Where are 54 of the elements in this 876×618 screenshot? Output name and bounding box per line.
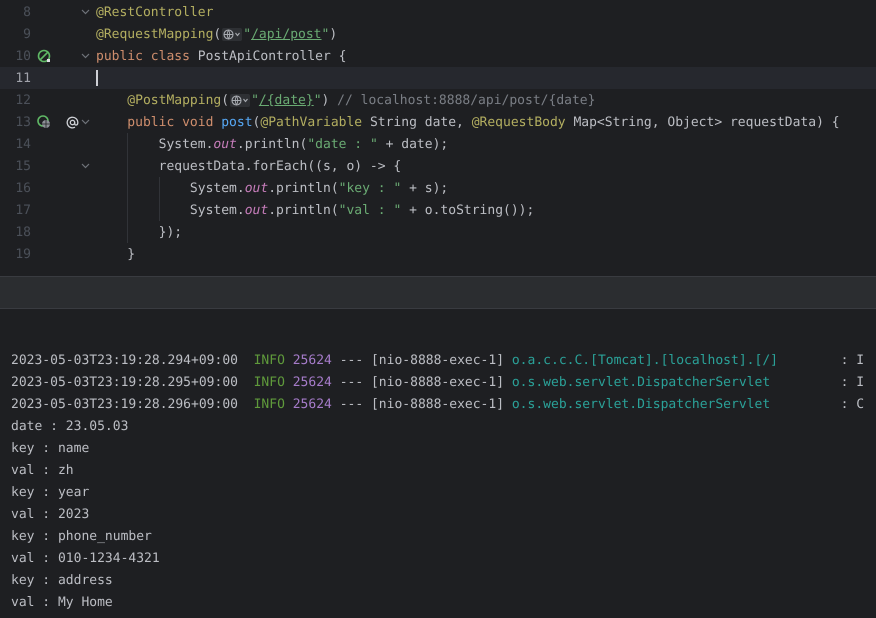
- output-text: key : name: [11, 440, 90, 456]
- bean-icon[interactable]: [37, 49, 51, 63]
- output-text: val : 010-1234-4321: [11, 550, 160, 566]
- globe-dropdown-icon[interactable]: [222, 28, 242, 40]
- code-text: public class PostApiController {: [96, 48, 346, 64]
- log-separator: ---: [340, 396, 364, 412]
- code-text: System.out.println("val : " + o.toString());: [188, 202, 534, 218]
- log-timestamp: 2023-05-03T23:19:28.296+09:00: [11, 396, 238, 412]
- text-caret: [96, 70, 98, 86]
- output-text: val : My Home: [11, 594, 113, 610]
- code-text: @RequestMapping(: [96, 26, 222, 42]
- bean-globe-icon[interactable]: [37, 115, 51, 129]
- code-text: "/{date}") // localhost:8888/api/post/{date}: [251, 92, 596, 108]
- code-text: System.out.println("key : " + s);: [188, 180, 448, 196]
- output-text: val : zh: [11, 462, 74, 478]
- code-text: @RestController: [96, 4, 214, 20]
- fold-chevron-icon[interactable]: [81, 119, 90, 125]
- log-message: : C: [840, 396, 864, 412]
- globe-dropdown-icon[interactable]: [230, 94, 250, 106]
- log-level: INFO: [254, 374, 285, 390]
- log-separator: ---: [340, 374, 364, 390]
- log-timestamp: 2023-05-03T23:19:28.294+09:00: [11, 352, 238, 368]
- logger-name[interactable]: o.s.web.servlet.DispatcherServlet: [512, 396, 833, 412]
- process-id: 25624: [292, 374, 332, 390]
- output-text: key : address: [11, 572, 113, 588]
- code-text: }: [126, 246, 136, 262]
- fold-chevron-icon[interactable]: [81, 163, 90, 169]
- at-sign-icon[interactable]: [66, 116, 79, 128]
- log-separator: ---: [340, 352, 364, 368]
- log-level: INFO: [254, 396, 285, 412]
- log-timestamp: 2023-05-03T23:19:28.295+09:00: [11, 374, 238, 390]
- code-text: "/api/post"): [243, 26, 338, 42]
- output-text: key : year: [11, 484, 90, 500]
- logger-name[interactable]: o.s.web.servlet.DispatcherServlet: [512, 374, 833, 390]
- line-number: 11: [14, 70, 31, 86]
- log-message: : I: [840, 374, 864, 390]
- process-id: 25624: [292, 396, 332, 412]
- thread-name: [nio-8888-exec-1]: [370, 374, 504, 390]
- fold-chevron-icon[interactable]: [81, 9, 90, 15]
- code-text: System.out.println("date : " + date);: [158, 136, 448, 152]
- output-text: key : phone_number: [11, 528, 152, 544]
- output-text: date : 23.05.03: [11, 418, 128, 434]
- code-text: });: [158, 224, 182, 240]
- fold-chevron-icon[interactable]: [81, 53, 90, 59]
- output-text: val : 2023: [11, 506, 90, 522]
- thread-name: [nio-8888-exec-1]: [370, 352, 504, 368]
- code-text: public void post(@PathVariable String date, @RequestBody Map<String, Object> requestData) {: [126, 114, 840, 130]
- log-level: INFO: [254, 352, 285, 368]
- logger-name[interactable]: o.a.c.c.C.[Tomcat].[localhost].[/]: [512, 352, 833, 368]
- log-message: : I: [840, 352, 864, 368]
- code-text: @PostMapping(: [126, 92, 230, 108]
- process-id: 25624: [292, 352, 332, 368]
- thread-name: [nio-8888-exec-1]: [370, 396, 504, 412]
- code-text: requestData.forEach((s, o) -> {: [158, 158, 402, 174]
